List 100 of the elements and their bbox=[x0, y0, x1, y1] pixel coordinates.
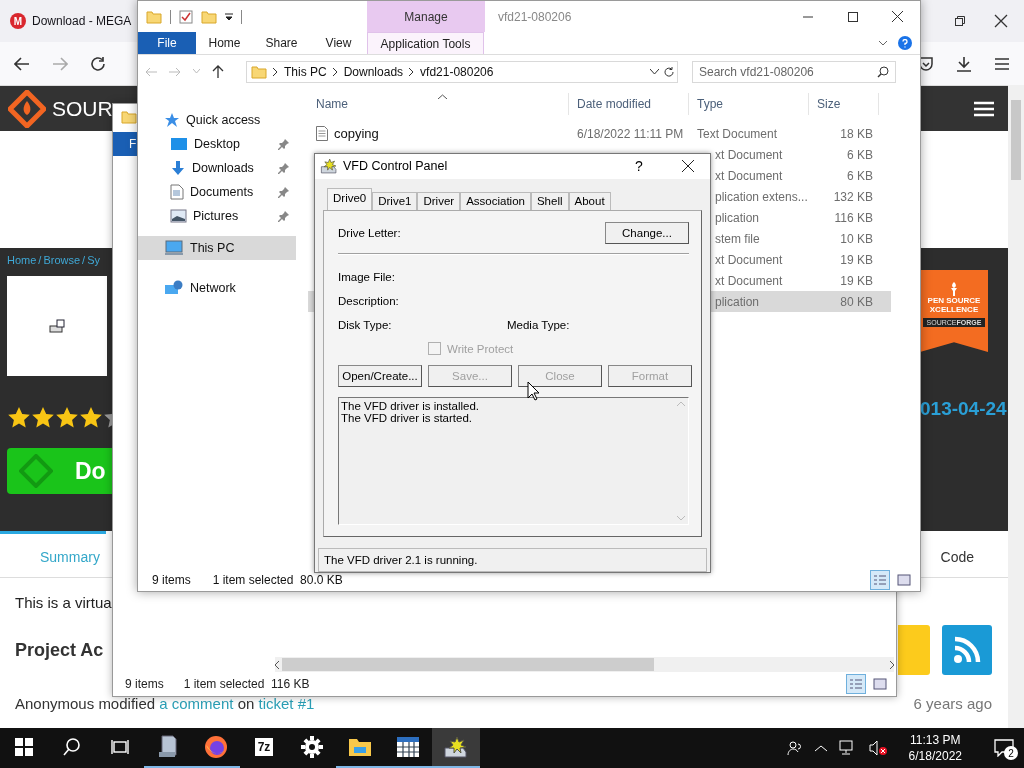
breadcrumb-link[interactable]: Sy bbox=[87, 254, 100, 266]
scroll-right-icon[interactable] bbox=[889, 660, 894, 669]
muted-speaker-icon[interactable] bbox=[868, 740, 887, 756]
nav-item[interactable]: Desktop bbox=[138, 132, 296, 156]
star-button[interactable] bbox=[898, 625, 930, 675]
file-row[interactable]: copying 6/18/2022 11:11 PM Text Document 18 KB bbox=[308, 123, 891, 144]
log-line: The VFD driver is installed. bbox=[341, 399, 481, 412]
page-tab[interactable]: Code bbox=[926, 531, 1008, 577]
breadcrumb-link[interactable]: Browse bbox=[43, 254, 81, 266]
reload-icon[interactable] bbox=[90, 55, 106, 72]
file-size: 6 KB bbox=[846, 168, 874, 183]
file-type: stem file bbox=[714, 231, 761, 246]
nav-item[interactable]: Network bbox=[138, 276, 296, 300]
help-button[interactable]: ? bbox=[617, 158, 661, 175]
new-folder-icon bbox=[201, 9, 217, 24]
file-size: 19 KB bbox=[839, 252, 874, 267]
star-icon bbox=[164, 112, 180, 128]
nav-item[interactable]: This PC bbox=[138, 236, 296, 260]
section-heading: Project Ac bbox=[15, 639, 104, 661]
file-type: plication bbox=[714, 210, 761, 225]
scrollbar[interactable] bbox=[1008, 85, 1024, 728]
breadcrumb-link[interactable]: Home bbox=[7, 254, 37, 266]
search-icon bbox=[877, 65, 889, 78]
badge-text: PEN SOURCE bbox=[927, 296, 981, 305]
drive-icon bbox=[49, 319, 65, 333]
dialog-tab[interactable]: About bbox=[568, 191, 611, 210]
document-icon bbox=[170, 184, 184, 200]
close-icon[interactable] bbox=[994, 14, 1008, 28]
dialog-tab[interactable]: Drive0 bbox=[327, 187, 373, 210]
ribbon-tab[interactable]: View bbox=[310, 32, 367, 54]
folder-icon bbox=[121, 110, 137, 124]
chevron-down-icon[interactable] bbox=[650, 68, 659, 75]
file-size: 80 KB bbox=[839, 294, 874, 309]
dialog-tab[interactable]: Driver bbox=[417, 191, 461, 210]
path-segment[interactable]: Downloads bbox=[343, 64, 404, 79]
properties-icon[interactable] bbox=[179, 9, 193, 24]
ribbon-tab[interactable]: F bbox=[113, 132, 137, 156]
gear-icon bbox=[301, 736, 323, 758]
nav-item[interactable]: Pictures bbox=[138, 204, 296, 228]
up-arrow-icon[interactable] bbox=[212, 65, 224, 78]
dialog-button[interactable]: Open/Create... bbox=[338, 364, 422, 387]
shield-icon[interactable] bbox=[918, 55, 934, 72]
change-button[interactable]: Change... bbox=[605, 221, 689, 244]
folder-icon bbox=[251, 64, 267, 79]
nav-item[interactable]: Downloads bbox=[138, 156, 296, 180]
site-logo-text: SOUR bbox=[52, 96, 113, 121]
ribbon-tab[interactable]: File bbox=[138, 32, 196, 54]
column-header[interactable]: Name bbox=[308, 93, 569, 115]
search-field[interactable]: Search vfd21-080206 bbox=[692, 60, 896, 83]
rss-icon bbox=[953, 636, 981, 664]
refresh-icon[interactable] bbox=[663, 65, 675, 78]
file-date: 6/18/2022 11:11 PM bbox=[576, 126, 685, 141]
notifications-button[interactable]: 2 bbox=[984, 728, 1024, 768]
ribbon-tab[interactable]: Share bbox=[253, 32, 310, 54]
status-text: 9 items bbox=[152, 573, 191, 587]
address-bar[interactable]: This PC Downloads vfd21-080206 bbox=[246, 60, 678, 83]
column-header[interactable]: Type bbox=[689, 93, 809, 115]
back-arrow-icon[interactable] bbox=[14, 56, 30, 71]
taskbar-button[interactable] bbox=[432, 728, 480, 768]
chevron-up-icon[interactable] bbox=[814, 744, 827, 752]
people-icon[interactable] bbox=[786, 740, 803, 756]
column-header[interactable]: Date modified bbox=[569, 93, 689, 115]
computer-icon bbox=[157, 735, 179, 759]
clock[interactable]: 11:13 PM 6/18/2022 bbox=[898, 732, 972, 764]
rss-button[interactable] bbox=[942, 625, 992, 675]
menu-icon[interactable] bbox=[994, 56, 1010, 71]
nav-item[interactable]: Documents bbox=[138, 180, 296, 204]
file-type: xt Document bbox=[714, 168, 784, 183]
ribbon-tab[interactable]: Home bbox=[196, 32, 253, 54]
text-file-icon bbox=[316, 126, 328, 141]
path-segment[interactable]: vfd21-080206 bbox=[420, 64, 494, 79]
nav-item[interactable]: Quick access bbox=[138, 108, 296, 132]
scroll-left-icon[interactable] bbox=[275, 660, 280, 669]
chevron-right-icon bbox=[409, 67, 415, 76]
ribbon-tab[interactable]: Application Tools bbox=[367, 32, 484, 54]
horizontal-scrollbar[interactable] bbox=[275, 657, 894, 672]
breadcrumb-separator: / bbox=[38, 254, 42, 266]
dialog-tab[interactable]: Association bbox=[460, 191, 531, 210]
logo-icon: M bbox=[10, 13, 26, 29]
star-icon bbox=[7, 406, 31, 430]
torch-icon bbox=[949, 282, 959, 296]
file-size: 10 KB bbox=[839, 231, 874, 246]
tab-title: Download - MEGA bbox=[32, 14, 132, 28]
drive-sparkle-icon bbox=[443, 736, 469, 758]
folder-icon bbox=[348, 737, 372, 757]
download-icon[interactable] bbox=[956, 55, 972, 72]
dropdown-icon[interactable] bbox=[225, 12, 233, 21]
archive-icon: 7z bbox=[254, 738, 274, 756]
status-text: 1 item selected 116 KB bbox=[183, 677, 310, 691]
restore-icon[interactable] bbox=[954, 15, 966, 27]
path-segment[interactable]: This PC bbox=[284, 64, 327, 79]
help-icon[interactable] bbox=[898, 36, 912, 50]
column-header[interactable]: Size bbox=[809, 93, 879, 115]
dialog-tab[interactable]: Shell bbox=[530, 191, 569, 210]
file-size: 18 KB bbox=[839, 126, 874, 141]
taskbar-button[interactable]: 7z bbox=[240, 728, 288, 768]
chevron-down-icon[interactable] bbox=[878, 40, 888, 46]
file-type: Text Document bbox=[696, 126, 779, 141]
activity-text: Anonymous modified a comment on ticket #1 bbox=[15, 695, 315, 712]
dialog-tab[interactable]: Drive1 bbox=[372, 191, 418, 210]
